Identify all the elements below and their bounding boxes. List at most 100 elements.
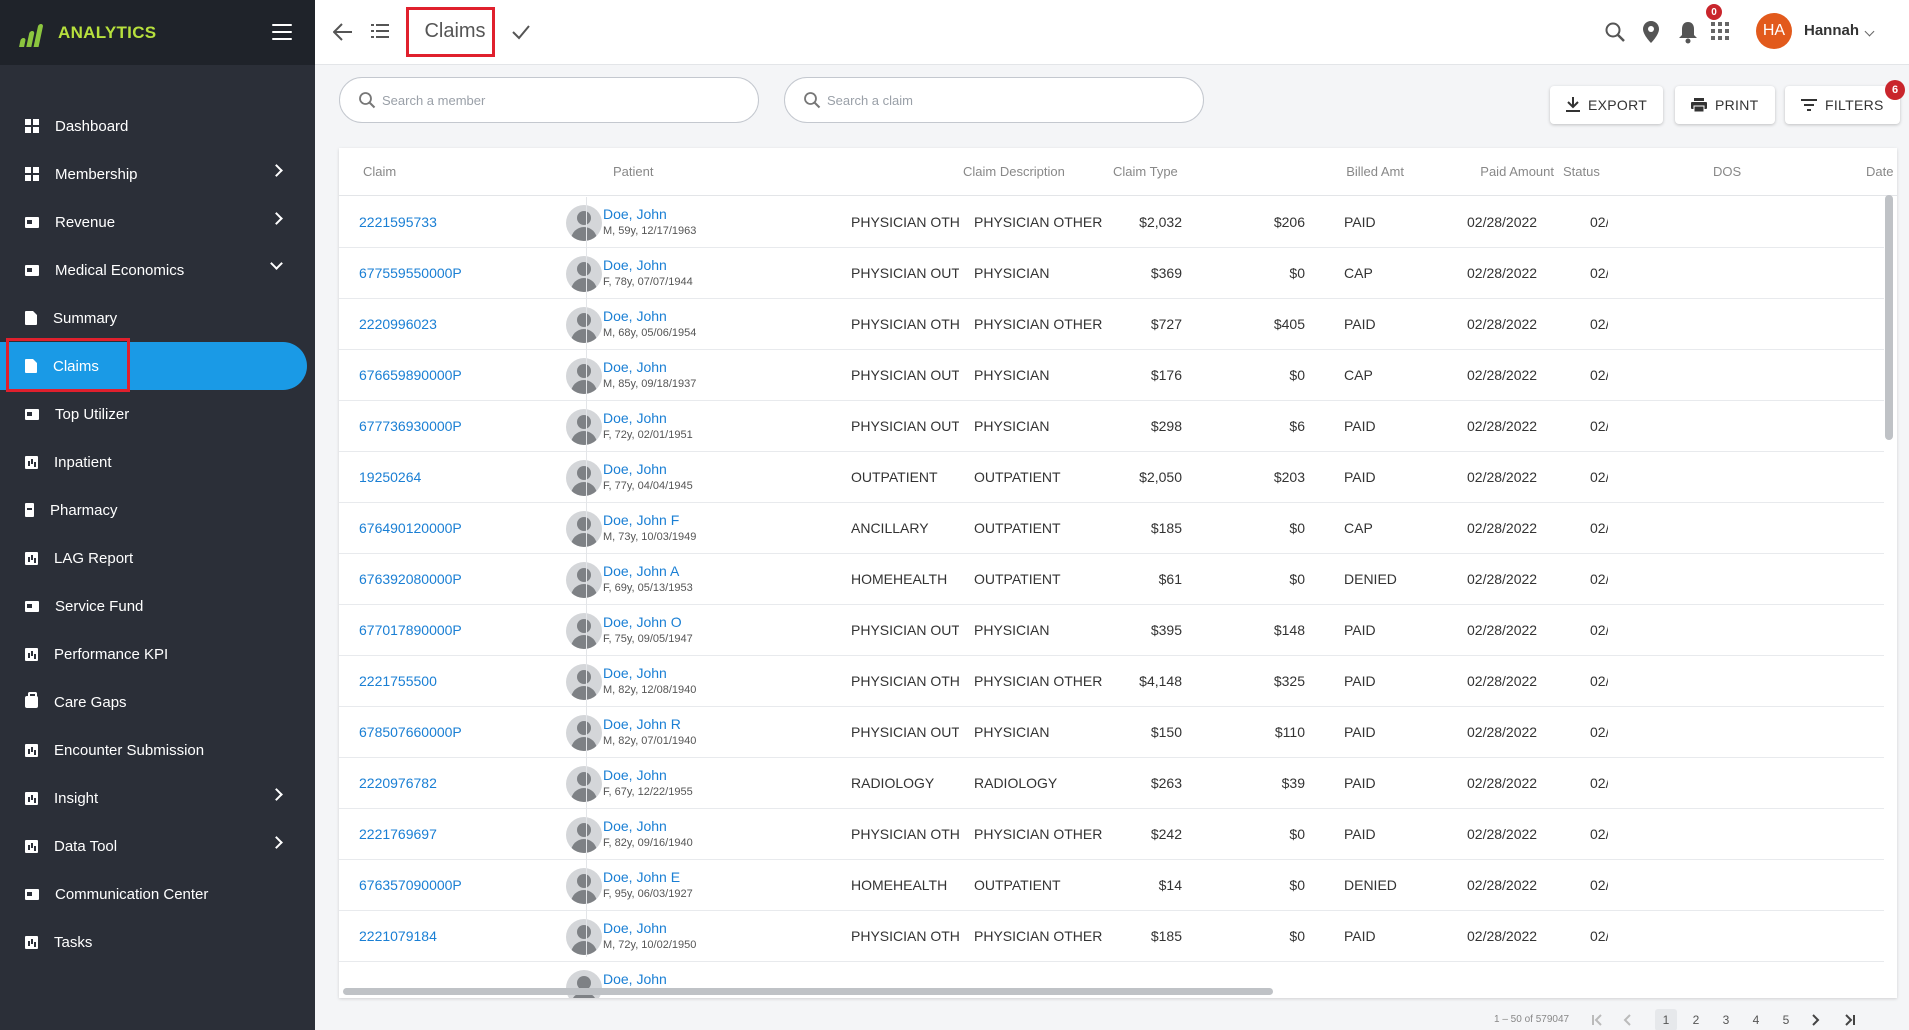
patient-name-link[interactable]: Doe, John O <box>603 614 682 630</box>
sidebar-item-care-gaps[interactable]: Care Gaps <box>0 678 315 726</box>
user-name[interactable]: Hannah <box>1804 22 1859 39</box>
search-icon[interactable] <box>1604 21 1626 43</box>
claim-id-link[interactable]: 19250264 <box>359 469 421 485</box>
chevron-right-icon[interactable] <box>270 788 283 801</box>
patient-name-link[interactable]: Doe, John <box>603 920 667 936</box>
sidebar-item-top-utilizer[interactable]: Top Utilizer <box>0 390 315 438</box>
patient-name-link[interactable]: Doe, John A <box>603 563 679 579</box>
sidebar-item-service-fund[interactable]: Service Fund <box>0 582 315 630</box>
apps-grid-icon[interactable] <box>1711 22 1729 40</box>
page-button-5[interactable]: 5 <box>1775 1009 1797 1030</box>
patient-name-link[interactable]: Doe, John <box>603 410 667 426</box>
patient-name-link[interactable]: Doe, John <box>603 461 667 477</box>
patient-name-link[interactable]: Doe, John <box>603 257 667 273</box>
claim-id-link[interactable]: 677559550000P <box>359 265 462 281</box>
sidebar-item-encounter-submission[interactable]: Encounter Submission <box>0 726 315 774</box>
header-paid-amount[interactable]: Paid Amount <box>1434 164 1554 179</box>
table-row[interactable]: 676490120000P ANCILLARY OUTPATIENT $185 $0 CA… <box>339 503 1884 554</box>
prev-page-icon[interactable] <box>1616 1009 1638 1030</box>
page-button-1[interactable]: 1 <box>1655 1009 1677 1030</box>
sidebar-item-claims[interactable]: Claims <box>0 342 307 390</box>
sidebar-item-medical-economics[interactable]: Medical Economics <box>0 246 315 294</box>
patient-name-link[interactable]: Doe, John E <box>603 869 680 885</box>
table-row[interactable]: 676357090000P HOMEHEALTH OUTPATIENT $14 $0 DE… <box>339 860 1884 911</box>
patient-name-link[interactable]: Doe, John R <box>603 716 681 732</box>
sidebar-item-lag-report[interactable]: LAG Report <box>0 534 315 582</box>
sidebar-item-revenue[interactable]: Revenue <box>0 198 315 246</box>
sidebar-item-data-tool[interactable]: Data Tool <box>0 822 315 870</box>
table-row[interactable]: 677559550000P PHYSICIAN OUTPAT PHYSICIAN $3… <box>339 248 1884 299</box>
header-date[interactable]: Date <box>1866 164 1893 179</box>
first-page-icon[interactable] <box>1586 1009 1608 1030</box>
claim-id-link[interactable]: 676659890000P <box>359 367 462 383</box>
table-row[interactable]: 2221755500PHYSICIAN OTHERPHYSICIAN OTHER… <box>339 656 1884 707</box>
sidebar-item-performance-kpi[interactable]: Performance KPI <box>0 630 315 678</box>
chevron-right-icon[interactable] <box>270 836 283 849</box>
header-patient[interactable]: Patient <box>613 164 653 179</box>
page-button-4[interactable]: 4 <box>1745 1009 1767 1030</box>
header-claim[interactable]: Claim <box>363 164 396 179</box>
claim-id-link[interactable]: 678507660000P <box>359 724 462 740</box>
header-status[interactable]: Status <box>1563 164 1600 179</box>
menu-toggle-icon[interactable] <box>272 24 292 40</box>
patient-name-link[interactable]: Doe, John <box>603 206 667 222</box>
check-icon[interactable] <box>510 21 532 43</box>
page-button-2[interactable]: 2 <box>1685 1009 1707 1030</box>
header-billed-amt[interactable]: Billed Amt <box>1304 164 1404 179</box>
sidebar-item-dashboard[interactable]: Dashboard <box>0 102 315 150</box>
patient-name-link[interactable]: Doe, John F <box>603 512 679 528</box>
user-avatar[interactable]: HA <box>1756 13 1792 49</box>
patient-name-link[interactable]: Doe, John <box>603 767 667 783</box>
sidebar-item-pharmacy[interactable]: Pharmacy <box>0 486 315 534</box>
claim-id-link[interactable]: 677017890000P <box>359 622 462 638</box>
table-row[interactable]: 678507660000P PHYSICIAN OUTPAT PHYSICIAN $1… <box>339 707 1884 758</box>
claim-id-link[interactable]: 2221595733 <box>359 214 437 230</box>
table-row[interactable]: 677017890000P PHYSICIAN OUTPAT PHYSICIAN $3… <box>339 605 1884 656</box>
page-button-3[interactable]: 3 <box>1715 1009 1737 1030</box>
table-row[interactable]: 2221079184PHYSICIAN OTHERPHYSICIAN OTHER… <box>339 911 1884 962</box>
print-button[interactable]: PRINT <box>1675 86 1775 124</box>
table-row[interactable]: 2220976782 RADIOLOGY RADIOLOGY $263 $39 PAID 0… <box>339 758 1884 809</box>
sidebar-item-insight[interactable]: Insight <box>0 774 315 822</box>
sidebar-item-summary[interactable]: Summary <box>0 294 315 342</box>
header-claim-type[interactable]: Claim Type <box>1113 164 1178 179</box>
claim-id-link[interactable]: 676392080000P <box>359 571 462 587</box>
back-arrow-icon[interactable] <box>333 23 353 41</box>
sidebar-item-tasks[interactable]: Tasks <box>0 918 315 966</box>
claim-id-link[interactable]: 2220976782 <box>359 775 437 791</box>
claim-id-link[interactable]: 2221079184 <box>359 928 437 944</box>
table-row[interactable]: 2220996023PHYSICIAN OTHERPHYSICIAN OTHER… <box>339 299 1884 350</box>
claim-id-link[interactable]: 676357090000P <box>359 877 462 893</box>
next-page-icon[interactable] <box>1805 1009 1827 1030</box>
table-row[interactable]: 19250264 OUTPATIENT OUTPATIENT $2,050 $203 PA… <box>339 452 1884 503</box>
sidebar-item-communication-center[interactable]: Communication Center <box>0 870 315 918</box>
patient-name-link[interactable]: Doe, John <box>603 818 667 834</box>
patient-name-link[interactable]: Doe, John <box>603 308 667 324</box>
last-page-icon[interactable] <box>1839 1009 1861 1030</box>
sidebar-item-inpatient[interactable]: Inpatient <box>0 438 315 486</box>
header-claim-description[interactable]: Claim Description <box>963 164 1065 179</box>
export-button[interactable]: EXPORT <box>1550 86 1664 124</box>
patient-name-link[interactable]: Doe, John <box>603 971 667 987</box>
claim-id-link[interactable]: 677736930000P <box>359 418 462 434</box>
chevron-down-icon[interactable] <box>270 257 283 270</box>
sidebar-item-membership[interactable]: Membership <box>0 150 315 198</box>
table-row[interactable]: 2221595733PHYSICIAN OTHERPHYSICIAN OTHER… <box>339 197 1884 248</box>
notification-bell-icon[interactable] <box>1677 20 1699 44</box>
table-row[interactable]: 676392080000P HOMEHEALTH OUTPATIENT $61 $0 DE… <box>339 554 1884 605</box>
location-pin-icon[interactable] <box>1642 20 1660 44</box>
vertical-scrollbar[interactable] <box>1885 195 1893 440</box>
table-row[interactable]: 677736930000P PHYSICIAN OUTPAT PHYSICIAN $2… <box>339 401 1884 452</box>
horizontal-scrollbar[interactable] <box>343 988 1273 995</box>
filters-button[interactable]: FILTERS <box>1785 86 1900 124</box>
table-row[interactable]: 676659890000P PHYSICIAN OUTPAT PHYSICIAN $1… <box>339 350 1884 401</box>
table-row[interactable]: 2221769697PHYSICIAN OTHERPHYSICIAN OTHER… <box>339 809 1884 860</box>
claim-search-input[interactable] <box>827 92 1187 108</box>
chevron-down-icon[interactable] <box>1864 26 1875 37</box>
claim-id-link[interactable]: 2221755500 <box>359 673 437 689</box>
list-view-icon[interactable] <box>371 23 389 39</box>
claim-id-link[interactable]: 676490120000P <box>359 520 462 536</box>
patient-name-link[interactable]: Doe, John <box>603 665 667 681</box>
claim-id-link[interactable]: 2220996023 <box>359 316 437 332</box>
chevron-right-icon[interactable] <box>270 164 283 177</box>
